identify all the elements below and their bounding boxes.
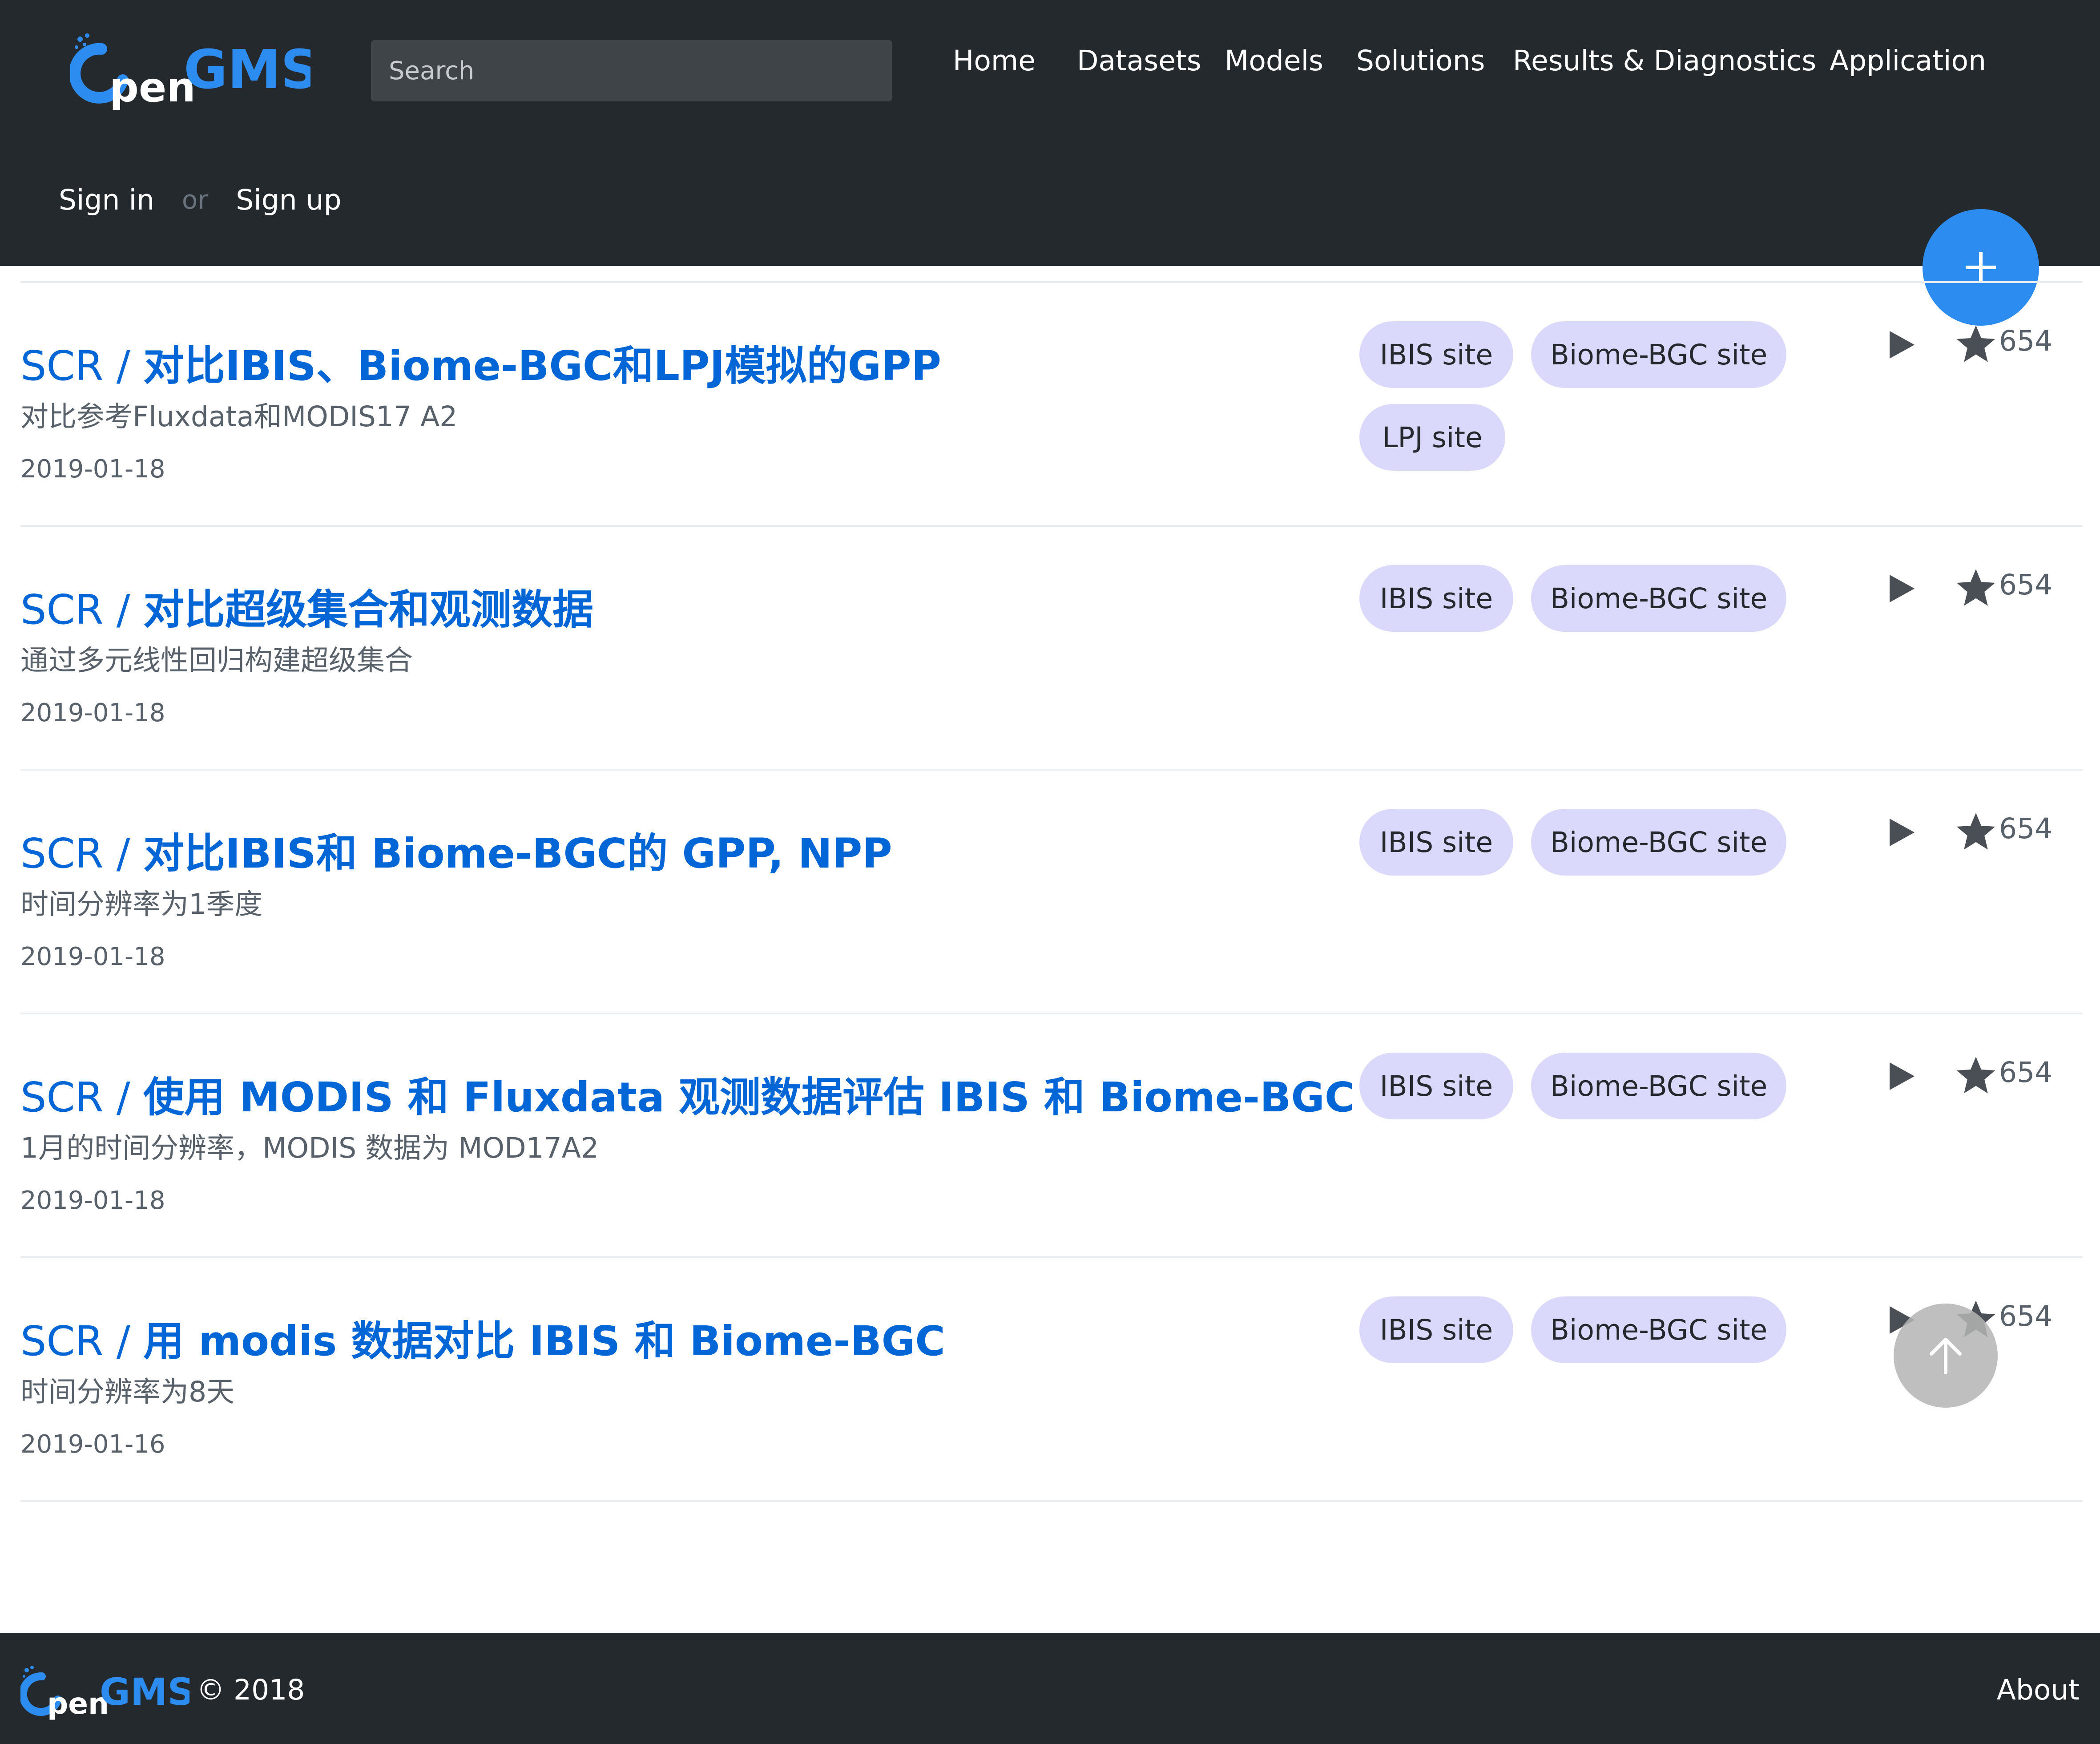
search-input[interactable] — [371, 40, 892, 101]
star-count: 654 — [1999, 569, 2053, 601]
tag-ibis-site[interactable]: IBIS site — [1359, 565, 1513, 632]
sign-in-link[interactable]: Sign in — [59, 184, 154, 216]
about-link[interactable]: About — [1997, 1674, 2080, 1706]
divider — [20, 1500, 2083, 1502]
copyright: © 2018 — [197, 1674, 305, 1706]
item-description: 通过多元线性回归构建超级集合 — [20, 644, 413, 677]
item-date: 2019-01-18 — [20, 1186, 165, 1215]
tag-ibis-site[interactable]: IBIS site — [1359, 321, 1513, 388]
tag-ibis-site[interactable]: IBIS site — [1359, 1296, 1513, 1363]
item-title-link[interactable]: SCR / 对比IBIS和 Biome-BGC的 GPP, NPP — [20, 820, 892, 880]
tag-ibis-site[interactable]: IBIS site — [1359, 809, 1513, 876]
item-date: 2019-01-18 — [20, 942, 165, 971]
nav-models[interactable]: Models — [1225, 44, 1323, 77]
divider — [20, 1013, 2083, 1014]
footer-opengms-logo[interactable]: pen GMS — [20, 1664, 189, 1722]
tag-biome-bgc-site[interactable]: Biome-BGC site — [1531, 565, 1786, 632]
arrow-up-icon — [1930, 1338, 1962, 1374]
item-title-link[interactable]: SCR / 使用 MODIS 和 Fluxdata 观测数据评估 IBIS 和 … — [20, 1064, 1354, 1123]
nav-application[interactable]: Application — [1830, 44, 1986, 77]
star-icon[interactable] — [1955, 1055, 1997, 1096]
top-navbar: pen GMS Home Datasets Models Solutions R… — [0, 0, 2100, 266]
star-count: 654 — [1999, 812, 2053, 845]
tag-ibis-site[interactable]: IBIS site — [1359, 1053, 1513, 1119]
svg-text:GMS: GMS — [100, 1670, 189, 1714]
opengms-logo[interactable]: pen GMS — [70, 31, 310, 111]
divider — [20, 1256, 2083, 1258]
star-icon[interactable] — [1955, 324, 1997, 365]
svg-text:pen: pen — [109, 64, 196, 111]
divider — [20, 769, 2083, 771]
star-count: 654 — [1999, 325, 2053, 357]
sign-up-link[interactable]: Sign up — [236, 184, 341, 216]
footer: pen GMS © 2018 About — [0, 1633, 2100, 1744]
tag-biome-bgc-site[interactable]: Biome-BGC site — [1531, 1296, 1786, 1363]
star-icon[interactable] — [1955, 568, 1997, 609]
tag-lpj-site[interactable]: LPJ site — [1359, 404, 1505, 471]
tag-biome-bgc-site[interactable]: Biome-BGC site — [1531, 809, 1786, 876]
star-count: 654 — [1999, 1300, 2053, 1332]
item-date: 2019-01-18 — [20, 455, 165, 484]
item-date: 2019-01-18 — [20, 698, 165, 727]
plus-icon — [1966, 252, 1996, 283]
play-icon[interactable] — [1888, 1061, 1916, 1092]
nav-results-diagnostics[interactable]: Results & Diagnostics — [1513, 44, 1816, 77]
item-title-link[interactable]: SCR / 对比超级集合和观测数据 — [20, 577, 593, 636]
item-description: 时间分辨率为8天 — [20, 1376, 235, 1408]
nav-solutions[interactable]: Solutions — [1356, 44, 1485, 77]
divider — [20, 281, 2083, 283]
divider — [20, 525, 2083, 527]
svg-text:GMS: GMS — [184, 39, 310, 101]
auth-links: Sign in or Sign up — [59, 180, 342, 220]
item-description: 1月的时间分辨率，MODIS 数据为 MOD17A2 — [20, 1132, 599, 1164]
star-icon[interactable] — [1955, 811, 1997, 852]
tag-biome-bgc-site[interactable]: Biome-BGC site — [1531, 1053, 1786, 1119]
play-icon[interactable] — [1888, 817, 1916, 848]
item-description: 对比参考Fluxdata和MODIS17 A2 — [20, 400, 458, 433]
nav-home[interactable]: Home — [953, 44, 1036, 77]
scroll-to-top-button[interactable] — [1894, 1304, 1998, 1408]
tag-biome-bgc-site[interactable]: Biome-BGC site — [1531, 321, 1786, 388]
add-button[interactable] — [1923, 209, 2039, 326]
star-count: 654 — [1999, 1056, 2053, 1089]
item-title-link[interactable]: SCR / 对比IBIS、Biome-BGC和LPJ模拟的GPP — [20, 333, 941, 392]
play-icon[interactable] — [1888, 329, 1916, 360]
play-icon[interactable] — [1888, 573, 1916, 604]
or-separator: or — [181, 185, 209, 215]
item-date: 2019-01-16 — [20, 1430, 165, 1459]
item-description: 时间分辨率为1季度 — [20, 888, 263, 920]
nav-datasets[interactable]: Datasets — [1077, 44, 1201, 77]
item-title-link[interactable]: SCR / 用 modis 数据对比 IBIS 和 Biome-BGC — [20, 1308, 945, 1367]
